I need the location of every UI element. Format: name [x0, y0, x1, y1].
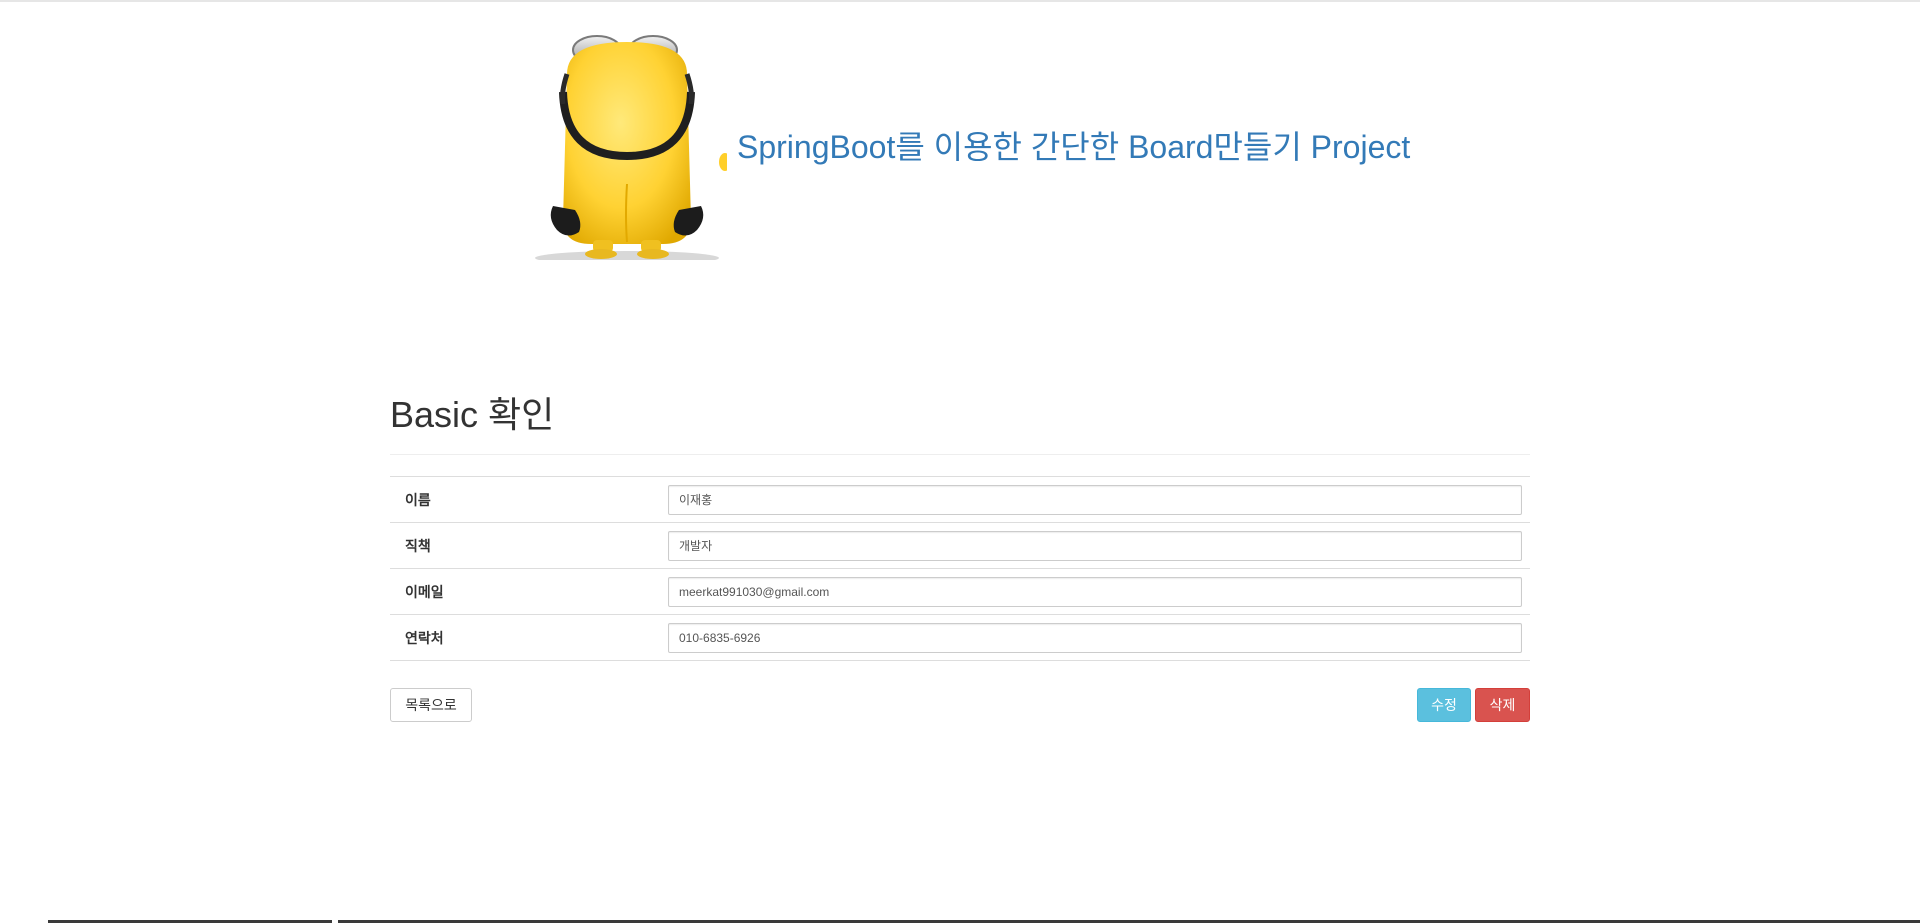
position-label: 직책: [405, 537, 431, 554]
table-row: 이메일: [390, 569, 1530, 615]
position-field[interactable]: [668, 530, 1522, 561]
detail-table: 이름 직책 이메일 연락처: [390, 476, 1530, 661]
table-row: 직책: [390, 523, 1530, 569]
contact-label: 연락처: [405, 629, 444, 646]
name-field[interactable]: [668, 484, 1522, 515]
minion-logo-image: [527, 34, 727, 270]
delete-button[interactable]: 삭제: [1475, 688, 1530, 722]
edit-button[interactable]: 수정: [1417, 688, 1471, 722]
back-to-list-button[interactable]: 목록으로: [390, 688, 472, 722]
contact-field[interactable]: [668, 622, 1522, 653]
page-header: SpringBoot를 이용한 간단한 Board만들기 Project: [527, 34, 1410, 270]
table-row: 이름: [390, 477, 1530, 523]
action-bar: 목록으로 수정 삭제: [390, 688, 1530, 722]
site-title-link[interactable]: SpringBoot를 이용한 간단한 Board만들기 Project: [737, 122, 1410, 168]
name-label: 이름: [405, 491, 431, 508]
title-divider: [390, 454, 1530, 455]
email-label: 이메일: [405, 583, 444, 600]
page-title: Basic 확인: [390, 394, 555, 435]
detail-panel: Basic 확인 이름 직책 이메일 연락처 목록으: [390, 386, 1530, 722]
table-row: 연락처: [390, 615, 1530, 661]
email-field[interactable]: [668, 576, 1522, 607]
top-border: [0, 0, 1920, 2]
